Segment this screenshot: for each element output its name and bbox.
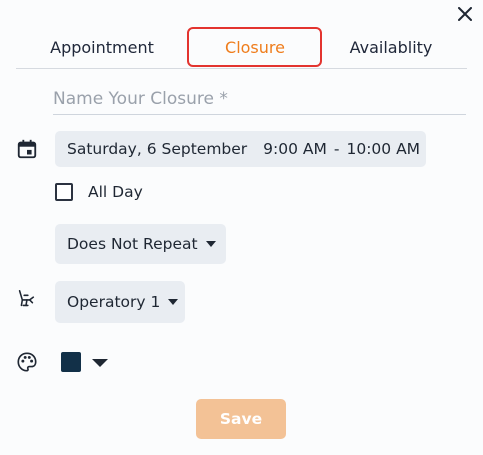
close-button[interactable] xyxy=(455,4,475,24)
close-icon xyxy=(458,7,472,21)
caret-down-icon xyxy=(205,241,216,247)
start-time[interactable]: 9:00 AM xyxy=(263,140,327,158)
all-day-label: All Day xyxy=(88,183,143,201)
tab-appointment[interactable]: Appointment xyxy=(42,26,162,68)
repeat-dropdown[interactable]: Does Not Repeat xyxy=(55,224,226,264)
caret-down-icon xyxy=(168,299,179,305)
tab-closure[interactable]: Closure xyxy=(186,26,324,68)
tab-bar: Appointment Closure Availablity xyxy=(16,26,467,69)
dental-chair-icon xyxy=(14,287,38,311)
save-button[interactable]: Save xyxy=(196,399,286,439)
closure-name-input[interactable] xyxy=(53,86,466,115)
operatory-value: Operatory 1 xyxy=(67,293,161,311)
date-text: Saturday, 6 September xyxy=(67,140,248,158)
all-day-checkbox[interactable] xyxy=(55,183,73,201)
date-time-picker[interactable]: Saturday, 6 September 9:00 AM - 10:00 AM xyxy=(55,131,426,167)
closure-dialog: Appointment Closure Availablity Saturday… xyxy=(0,0,483,455)
tab-availability[interactable]: Availablity xyxy=(346,26,436,68)
color-caret-down-icon[interactable] xyxy=(92,359,108,367)
palette-icon xyxy=(15,350,39,374)
end-time[interactable]: 10:00 AM xyxy=(346,140,420,158)
calendar-icon xyxy=(15,137,39,161)
operatory-dropdown[interactable]: Operatory 1 xyxy=(55,281,185,323)
color-swatch[interactable] xyxy=(61,352,81,372)
repeat-value: Does Not Repeat xyxy=(67,235,198,253)
time-separator: - xyxy=(333,140,340,158)
